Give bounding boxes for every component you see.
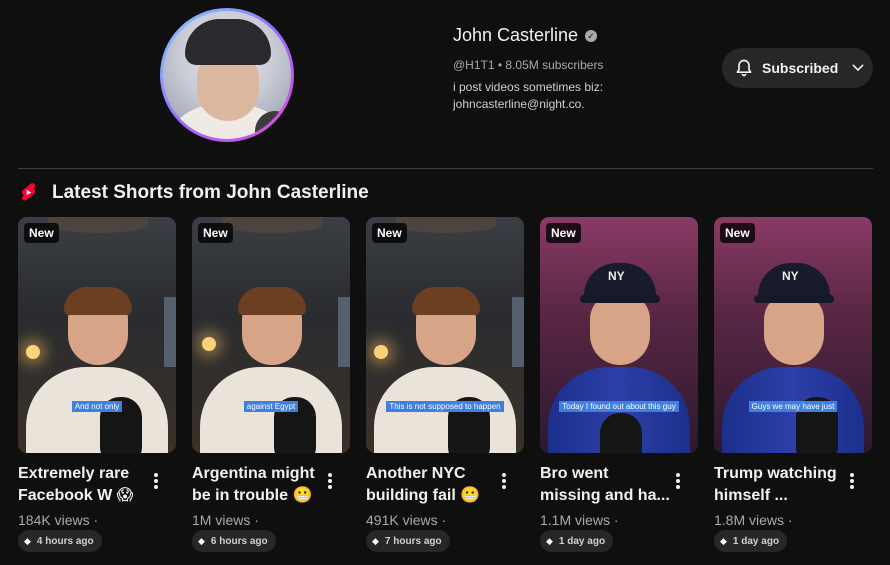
more-options-icon[interactable] xyxy=(326,473,334,491)
ceiling-fan xyxy=(48,217,148,233)
time-ago-pill: ◆ 6 hours ago xyxy=(192,530,276,552)
time-ago-pill: ◆ 1 day ago xyxy=(540,530,614,552)
short-title[interactable]: Another NYC building fail 😬 xyxy=(366,463,496,507)
avatar-image xyxy=(163,11,291,139)
caption-text: Today I found out about this guy xyxy=(559,401,679,412)
video-caption: Today I found out about this guy xyxy=(540,396,698,414)
time-ago: 7 hours ago xyxy=(384,535,442,547)
cap-logo: NY xyxy=(608,269,625,283)
face xyxy=(590,293,650,365)
caption-text: against Egypt xyxy=(243,401,299,412)
short-thumbnail[interactable]: This is not supposed to happen New xyxy=(366,217,524,453)
new-badge: New xyxy=(720,223,755,243)
more-options-icon[interactable] xyxy=(848,473,856,491)
shorts-section-title[interactable]: Latest Shorts from John Casterline xyxy=(52,182,369,204)
lamp xyxy=(26,345,40,359)
flame-icon: ◆ xyxy=(546,535,553,546)
chevron-down-icon xyxy=(852,64,864,72)
time-ago-pill: ◆ 4 hours ago xyxy=(18,530,102,552)
short-card[interactable]: NY Guys we may have just New Trump watch… xyxy=(714,217,872,552)
short-title[interactable]: Argentina might be in trouble 😬 xyxy=(192,463,322,507)
hair xyxy=(412,287,480,315)
avatar-beanie xyxy=(185,19,271,65)
view-count: 1.1M views · xyxy=(540,512,619,528)
short-card[interactable]: against Egypt New Argentina might be in … xyxy=(192,217,350,552)
time-ago: 4 hours ago xyxy=(36,535,94,547)
short-thumbnail[interactable]: against Egypt New xyxy=(192,217,350,453)
channel-description[interactable]: i post videos sometimes biz: johncasterl… xyxy=(453,79,653,113)
time-ago: 1 day ago xyxy=(732,535,780,547)
description-line: i post videos sometimes biz: xyxy=(453,80,604,94)
view-count: 1.8M views · xyxy=(714,512,793,528)
cap-bill xyxy=(580,295,660,303)
time-ago-pill: ◆ 7 hours ago xyxy=(366,530,450,552)
section-divider xyxy=(18,168,873,169)
lamp xyxy=(202,337,216,351)
cap-logo: NY xyxy=(782,269,799,283)
new-badge: New xyxy=(198,223,233,243)
caption-text: This is not supposed to happen xyxy=(386,401,504,412)
caption-text: Guys we may have just xyxy=(748,401,838,412)
short-thumbnail[interactable]: NY Guys we may have just New xyxy=(714,217,872,453)
video-caption: This is not supposed to happen xyxy=(366,396,524,414)
short-card[interactable]: This is not supposed to happen New Anoth… xyxy=(366,217,524,552)
description-line: johncasterline@night.co. xyxy=(453,97,585,111)
lamp xyxy=(374,345,388,359)
caption-text: And not only xyxy=(71,401,123,412)
time-ago: 1 day ago xyxy=(558,535,606,547)
view-count: 491K views · xyxy=(366,512,447,528)
short-title[interactable]: Bro went missing and ha... xyxy=(540,463,670,507)
subscribed-button[interactable]: Subscribed xyxy=(722,48,873,88)
window xyxy=(338,297,350,367)
ceiling-fan xyxy=(396,217,496,233)
video-caption: And not only xyxy=(18,396,176,414)
channel-avatar[interactable] xyxy=(160,8,294,142)
channel-name[interactable]: John Casterline xyxy=(453,25,578,46)
short-title[interactable]: Extremely rare Facebook W 😱 xyxy=(18,463,148,507)
hair xyxy=(238,287,306,315)
face xyxy=(764,293,824,365)
verified-check-icon: ✓ xyxy=(585,29,598,42)
flame-icon: ◆ xyxy=(198,535,205,546)
more-options-icon[interactable] xyxy=(152,473,160,491)
new-badge: New xyxy=(24,223,59,243)
shorts-section-header: Latest Shorts from John Casterline xyxy=(18,182,369,204)
channel-name-row: John Casterline ✓ xyxy=(453,25,598,46)
cap-bill xyxy=(754,295,834,303)
ceiling-fan xyxy=(222,217,322,233)
short-thumbnail[interactable]: NY Today I found out about this guy New xyxy=(540,217,698,453)
view-count: 184K views · xyxy=(18,512,99,528)
more-options-icon[interactable] xyxy=(674,473,682,491)
microphone xyxy=(600,413,642,453)
bell-icon xyxy=(736,59,752,77)
flame-icon: ◆ xyxy=(372,535,379,546)
more-options-icon[interactable] xyxy=(500,473,508,491)
time-ago: 6 hours ago xyxy=(210,535,268,547)
shorts-icon xyxy=(22,183,36,201)
time-ago-pill: ◆ 1 day ago xyxy=(714,530,788,552)
new-badge: New xyxy=(546,223,581,243)
subscribed-label: Subscribed xyxy=(762,60,839,76)
hair xyxy=(64,287,132,315)
flame-icon: ◆ xyxy=(24,535,31,546)
window xyxy=(512,297,524,367)
short-thumbnail[interactable]: And not only New xyxy=(18,217,176,453)
window xyxy=(164,297,176,367)
new-badge: New xyxy=(372,223,407,243)
flame-icon: ◆ xyxy=(720,535,727,546)
short-card[interactable]: And not only New Extremely rare Facebook… xyxy=(18,217,176,552)
short-card[interactable]: NY Today I found out about this guy New … xyxy=(540,217,698,552)
video-caption: against Egypt xyxy=(192,396,350,414)
short-title[interactable]: Trump watching himself ... xyxy=(714,463,844,507)
channel-handle-subscribers: @H1T1 • 8.05M subscribers xyxy=(453,58,604,72)
video-caption: Guys we may have just xyxy=(714,396,872,414)
view-count: 1M views · xyxy=(192,512,259,528)
